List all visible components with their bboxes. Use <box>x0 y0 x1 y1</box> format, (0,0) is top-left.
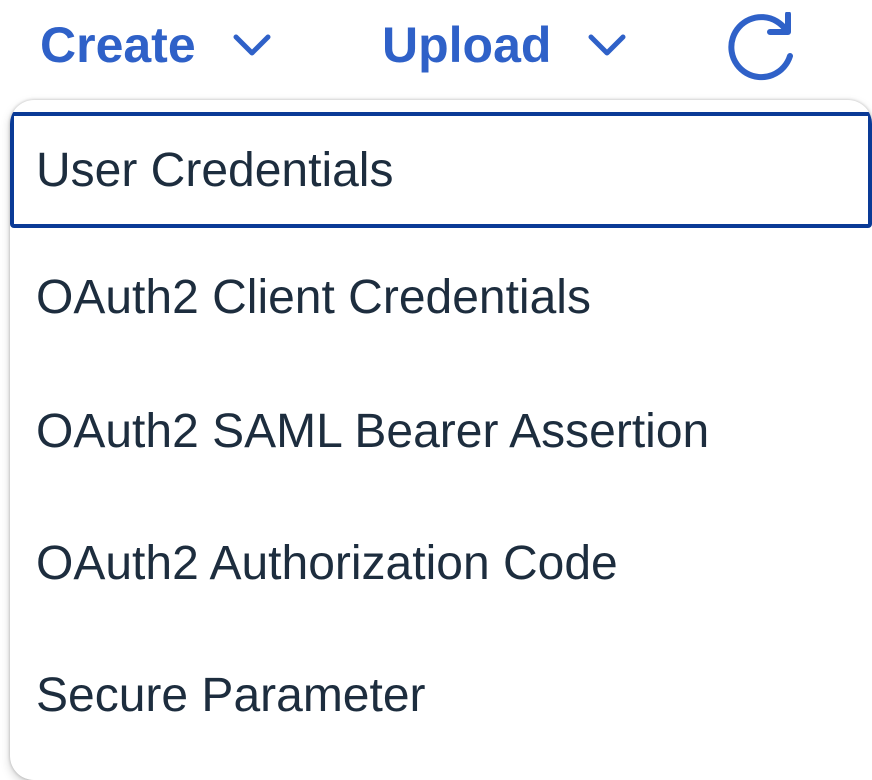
create-button-label: Create <box>40 17 196 73</box>
toolbar: Create Upload <box>0 0 872 96</box>
menu-item-label: OAuth2 Authorization Code <box>36 536 618 590</box>
menu-item-label: Secure Parameter <box>36 668 426 722</box>
create-dropdown-menu: User Credentials OAuth2 Client Credentia… <box>10 100 872 780</box>
upload-menu-button[interactable]: Upload <box>382 10 627 80</box>
menu-item-oauth2-authorization-code[interactable]: OAuth2 Authorization Code <box>10 502 872 624</box>
menu-item-user-credentials[interactable]: User Credentials <box>10 112 872 228</box>
menu-item-oauth2-client-credentials[interactable]: OAuth2 Client Credentials <box>10 236 872 358</box>
menu-item-label: OAuth2 Client Credentials <box>36 270 591 324</box>
upload-button-label: Upload <box>382 17 552 73</box>
chevron-down-icon <box>233 34 271 56</box>
menu-item-secure-parameter[interactable]: Secure Parameter <box>10 634 872 756</box>
menu-item-label: User Credentials <box>36 143 394 197</box>
create-menu-button[interactable]: Create <box>40 10 272 80</box>
refresh-icon[interactable] <box>726 12 800 82</box>
menu-item-oauth2-saml-bearer-assertion[interactable]: OAuth2 SAML Bearer Assertion <box>10 370 872 492</box>
chevron-down-icon <box>588 34 626 56</box>
menu-item-label: OAuth2 SAML Bearer Assertion <box>36 404 710 458</box>
